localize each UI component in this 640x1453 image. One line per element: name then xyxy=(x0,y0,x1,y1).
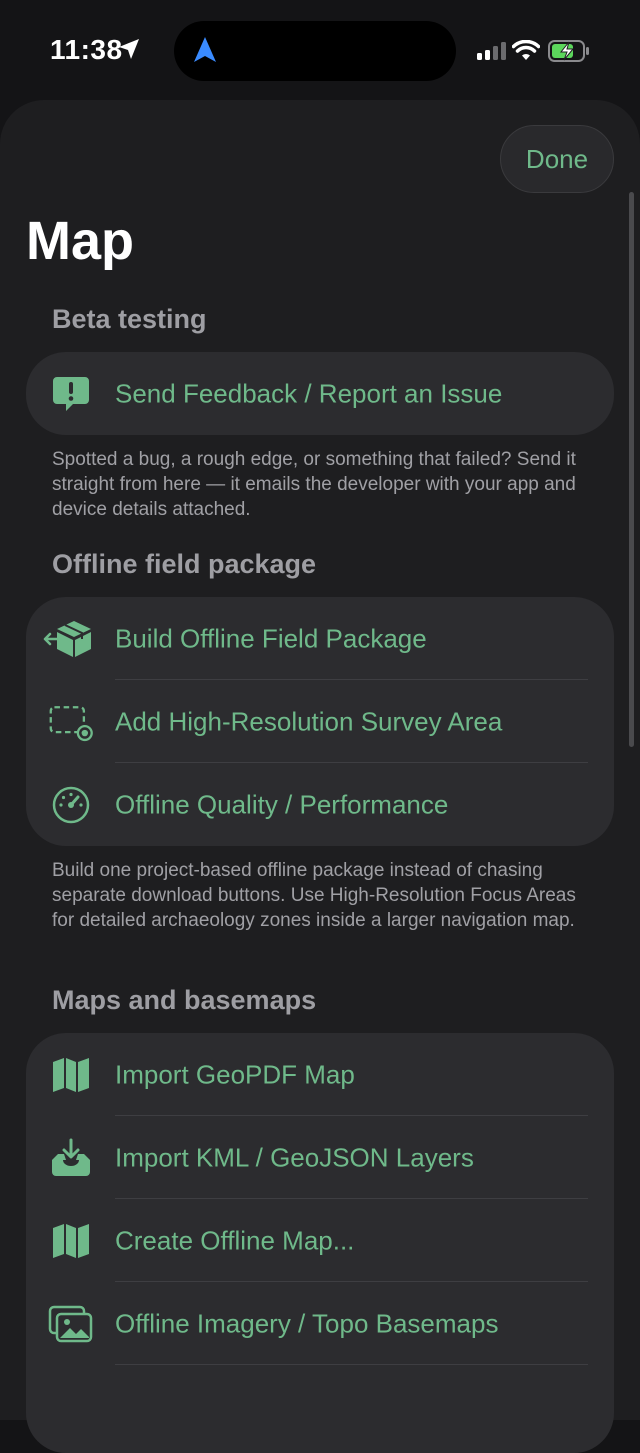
offline-card: Build Offline Field Package Add High-Res… xyxy=(26,597,614,846)
offline-imagery-label: Offline Imagery / Topo Basemaps xyxy=(115,1308,499,1338)
row-divider xyxy=(115,1364,588,1365)
cellular-signal-icon xyxy=(477,42,506,60)
survey-area-icon xyxy=(48,699,94,745)
build-package-label: Build Offline Field Package xyxy=(115,623,427,653)
build-package-row[interactable]: Build Offline Field Package xyxy=(26,597,614,680)
tray-download-icon xyxy=(48,1135,94,1181)
beta-card: Send Feedback / Report an Issue xyxy=(26,352,614,435)
scroll-indicator[interactable] xyxy=(629,192,634,747)
navigation-arrow-icon xyxy=(194,37,216,62)
location-arrow-icon xyxy=(119,39,139,59)
add-survey-area-label: Add High-Resolution Survey Area xyxy=(115,706,503,736)
status-time: 11:38 xyxy=(50,34,123,65)
status-bar: 11:38 xyxy=(0,0,640,100)
offline-footer-text: Build one project-based offline package … xyxy=(52,860,576,931)
gauge-icon xyxy=(48,782,94,828)
offline-quality-row[interactable]: Offline Quality / Performance xyxy=(26,763,614,846)
offline-imagery-row[interactable]: Offline Imagery / Topo Basemaps xyxy=(26,1282,614,1365)
import-geopdf-label: Import GeoPDF Map xyxy=(115,1059,355,1089)
section-header-beta: Beta testing xyxy=(52,304,207,334)
battery-charging-icon xyxy=(548,40,589,62)
map-icon xyxy=(48,1052,94,1098)
send-feedback-row[interactable]: Send Feedback / Report an Issue xyxy=(26,352,614,435)
package-icon xyxy=(43,616,94,662)
import-geopdf-row[interactable]: Import GeoPDF Map xyxy=(26,1033,614,1116)
settings-sheet: Done Map Beta testing Send Feedback / Re… xyxy=(0,100,640,1453)
send-feedback-label: Send Feedback / Report an Issue xyxy=(115,378,503,408)
section-header-maps: Maps and basemaps xyxy=(52,985,317,1015)
beta-footer-text: Spotted a bug, a rough edge, or somethin… xyxy=(52,449,576,520)
import-kml-row[interactable]: Import KML / GeoJSON Layers xyxy=(26,1116,614,1199)
feedback-icon xyxy=(48,371,94,417)
create-offline-map-label: Create Offline Map... xyxy=(115,1225,355,1255)
create-offline-map-row[interactable]: Create Offline Map... xyxy=(26,1199,614,1282)
add-survey-area-row[interactable]: Add High-Resolution Survey Area xyxy=(26,680,614,763)
map-icon xyxy=(48,1218,94,1264)
wifi-icon xyxy=(512,40,540,60)
page-title: Map xyxy=(26,211,134,271)
offline-quality-label: Offline Quality / Performance xyxy=(115,789,449,819)
maps-card: Import GeoPDF Map Import KML / GeoJSON L… xyxy=(26,1033,614,1453)
photos-icon xyxy=(48,1301,94,1347)
import-kml-label: Import KML / GeoJSON Layers xyxy=(115,1142,474,1172)
section-header-offline: Offline field package xyxy=(52,549,317,579)
done-button[interactable]: Done xyxy=(500,125,614,193)
